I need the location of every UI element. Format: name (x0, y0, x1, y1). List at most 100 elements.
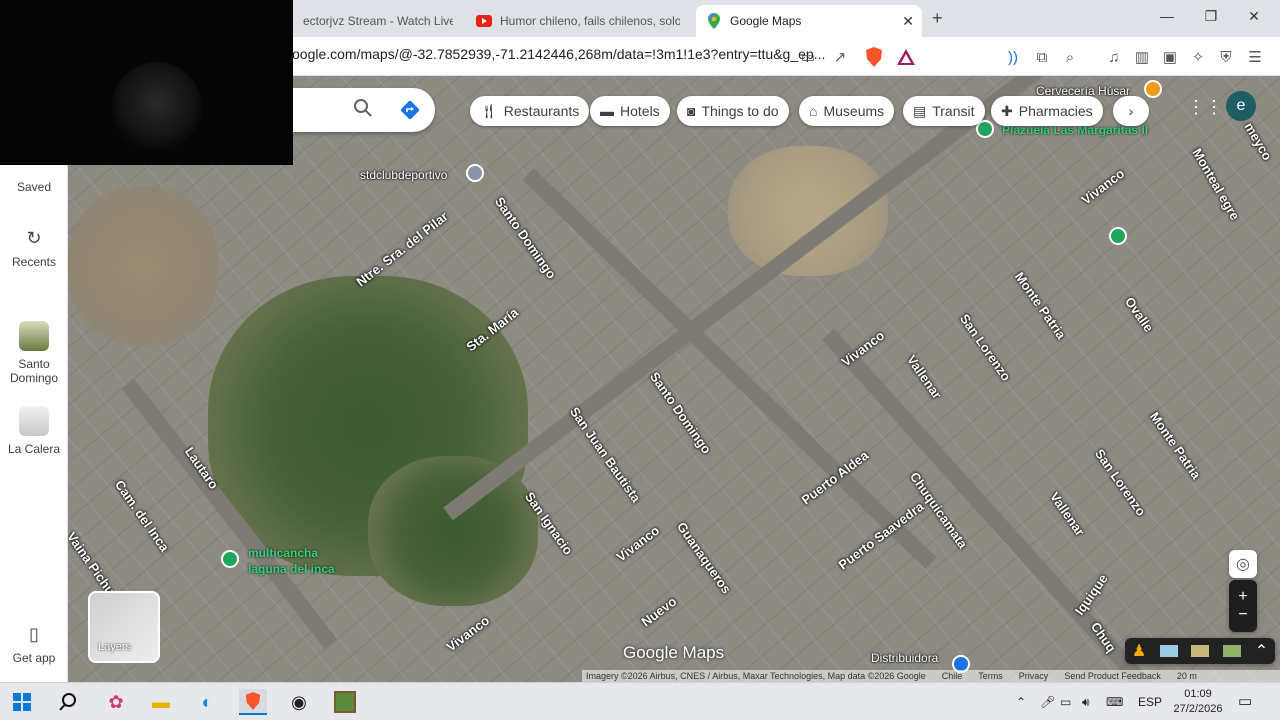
leo-ai-icon[interactable]: ✧ (1188, 47, 1208, 67)
close-icon[interactable]: ✕ (902, 13, 914, 30)
brave-browser-icon[interactable] (239, 689, 267, 715)
park-pin-icon[interactable] (1109, 227, 1127, 245)
tab-title: ectorjvz Stream - Watch Live on (303, 14, 453, 28)
privacy-link[interactable]: Privacy (1019, 671, 1049, 681)
edge-icon[interactable]: ◐ (193, 689, 221, 715)
zoom-controls[interactable]: + − (1229, 580, 1257, 632)
get-app-label: Get app (12, 651, 56, 665)
address-bar[interactable]: oogle.com/maps/@-32.7852939,-71.2142446,… (292, 46, 825, 62)
system-clock[interactable]: 01:09 27/2/2026 (1172, 687, 1224, 717)
share-icon[interactable]: ↗ (830, 47, 850, 67)
chevron-up-icon[interactable]: ⌃ (1016, 695, 1026, 709)
windows-start-icon[interactable] (8, 689, 36, 715)
webcam-person (112, 62, 202, 152)
thumbnail-icon[interactable] (1223, 645, 1242, 657)
poi-label[interactable]: laguna del inca (248, 562, 335, 576)
chips-next-button[interactable]: › (1113, 96, 1149, 126)
chip-label: Restaurants (503, 103, 580, 119)
chevron-right-icon: › (1128, 103, 1134, 119)
recent-place-santo-domingo[interactable]: Santo Domingo (0, 321, 68, 385)
tab-google-maps[interactable]: Google Maps ✕ (696, 5, 922, 37)
paint-app-icon[interactable]: ✿ (102, 689, 130, 715)
poi-label[interactable]: stdclubdeportivo (360, 168, 447, 182)
vegetation-area (368, 456, 538, 606)
keyboard-icon[interactable]: ⌨ (1106, 695, 1123, 709)
recent-place-label: La Calera (7, 442, 61, 456)
street-label: Vivanco (443, 612, 493, 655)
notifications-icon[interactable]: ▭ (1238, 692, 1252, 710)
extensions-icon[interactable]: ⧉ (1032, 47, 1052, 67)
brave-rewards-icon[interactable] (896, 47, 916, 67)
thumbnail-icon[interactable] (1159, 645, 1178, 657)
street-label: Iquique (1071, 571, 1111, 618)
chip-transit[interactable]: ▤ Transit (903, 96, 985, 126)
new-tab-icon[interactable]: + (932, 8, 943, 29)
saved-button[interactable]: Saved (0, 180, 68, 194)
country-link[interactable]: Chile (942, 671, 963, 681)
my-location-button[interactable]: ◎ (1229, 550, 1257, 578)
restaurant-pin-icon[interactable] (1144, 80, 1162, 98)
directions-icon[interactable] (399, 99, 421, 126)
music-icon[interactable]: ♫ (1104, 47, 1124, 67)
sidebar-icon[interactable]: ▥ (1132, 47, 1152, 67)
open-lot (728, 146, 888, 276)
recents-label: Recents (11, 255, 57, 269)
chip-museums[interactable]: ⌂ Museums (799, 96, 895, 126)
search-box[interactable] (293, 88, 435, 132)
recent-place-la-calera[interactable]: La Calera (0, 406, 68, 456)
street-label: Monteal egre (1189, 145, 1243, 223)
layers-button[interactable]: Layers (88, 591, 160, 663)
feedback-link[interactable]: Send Product Feedback (1064, 671, 1161, 681)
brave-shields-icon[interactable] (864, 47, 884, 67)
imagery-strip[interactable]: ♟ ⌃ (1125, 638, 1275, 664)
terms-link[interactable]: Terms (978, 671, 1003, 681)
search-icon[interactable] (353, 98, 373, 123)
poi-label[interactable]: Distribuidora (871, 651, 938, 665)
zoom-out-icon[interactable]: − (1238, 606, 1247, 624)
get-app-button[interactable]: ▯ Get app (0, 624, 68, 665)
obs-icon[interactable]: ◉ (285, 689, 313, 715)
minimize-icon[interactable]: — (1152, 8, 1182, 24)
search-icon[interactable] (54, 689, 82, 715)
input-language[interactable]: ESP (1138, 695, 1162, 709)
search-page-icon[interactable]: ⌕ (1060, 47, 1080, 67)
account-avatar[interactable]: e (1226, 91, 1256, 121)
chip-pharmacies[interactable]: ✚ Pharmacies (991, 96, 1103, 126)
thumbnail-icon[interactable] (1191, 645, 1210, 657)
dry-field (68, 186, 218, 346)
recents-button[interactable]: ↻ Recents (0, 228, 68, 269)
phone-icon: ▯ (29, 624, 39, 644)
street-label: Monte Patria (1011, 269, 1069, 342)
network-icon[interactable]: ▭ (1060, 695, 1071, 709)
zoom-in-icon[interactable]: + (1238, 588, 1247, 606)
minecraft-icon[interactable] (331, 689, 359, 715)
microphone-icon[interactable]: 🎤︎ (1040, 695, 1055, 709)
wallet-icon[interactable]: ▣ (1160, 47, 1180, 67)
restore-icon[interactable]: ❐ (1196, 8, 1226, 25)
window-close-icon[interactable]: ✕ (1239, 8, 1269, 25)
satellite-map[interactable]: Santo Domingo Ntre. Sra. del Pilar Sta. … (68, 76, 1280, 682)
menu-icon[interactable]: ☰ (1245, 47, 1265, 67)
chip-things-to-do[interactable]: ◙ Things to do (677, 96, 789, 126)
park-pin-icon[interactable] (221, 550, 239, 568)
tab-youtube[interactable]: Humor chileno, fails chilenos, solo pa (466, 5, 690, 37)
street-label: San Lorenzo (956, 311, 1014, 384)
poi-label[interactable]: multicancha (248, 546, 318, 560)
speaker-icon[interactable]: )) (1003, 47, 1023, 67)
chip-hotels[interactable]: ▬ Hotels (590, 96, 670, 126)
chevron-up-icon[interactable]: ⌃ (1255, 641, 1268, 661)
bed-icon: ▬ (600, 103, 614, 119)
vpn-icon[interactable]: ⛨ (1216, 47, 1236, 67)
poi-pin-icon[interactable] (466, 164, 484, 182)
file-explorer-icon[interactable]: ▬ (147, 689, 175, 715)
volume-icon[interactable]: 🔊︎ (1082, 695, 1090, 710)
install-app-icon[interactable]: ▭ (798, 47, 818, 67)
chip-restaurants[interactable]: 🍴︎ Restaurants (470, 96, 590, 126)
scale-bar[interactable]: 20 m (1177, 671, 1197, 681)
pegman-icon[interactable]: ♟ (1132, 641, 1146, 661)
tab-stream[interactable]: ectorjvz Stream - Watch Live on (293, 5, 463, 37)
google-maps-logo: Google Maps (623, 643, 725, 662)
street-label: San Lorenzo (1091, 446, 1149, 519)
street-label: Vallenar (903, 352, 945, 402)
train-icon: ▤ (913, 102, 927, 119)
